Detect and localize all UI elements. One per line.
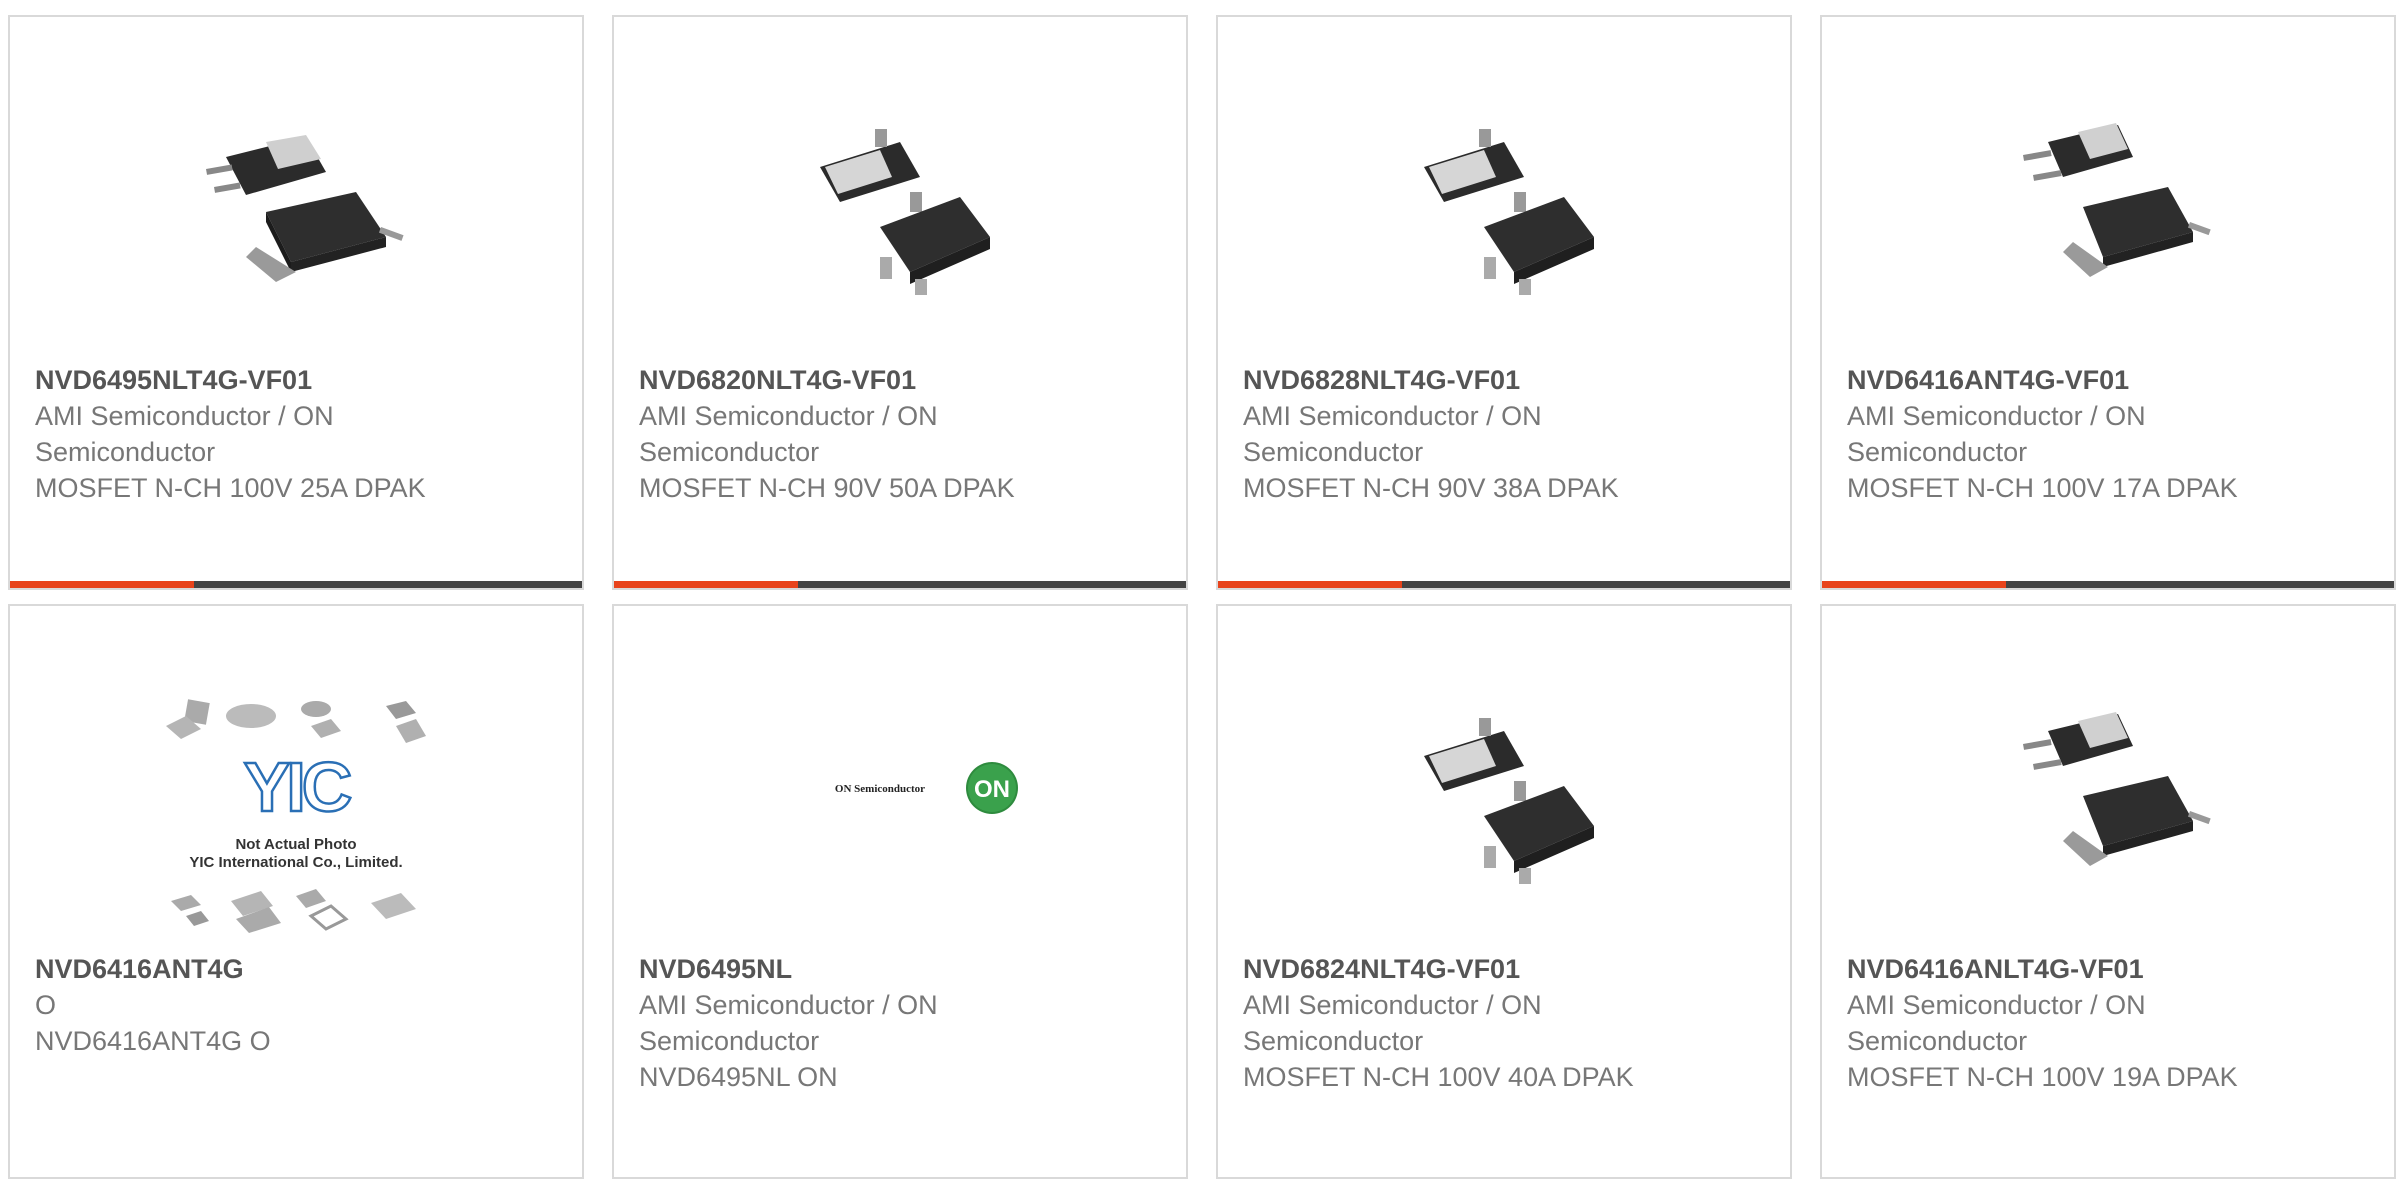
product-description: NVD6416ANT4G O bbox=[35, 1026, 271, 1056]
product-description: MOSFET N-CH 100V 40A DPAK bbox=[1243, 1062, 1634, 1092]
svg-text:YIC International Co., Limited: YIC International Co., Limited. bbox=[189, 854, 402, 871]
manufacturer-cont: Semiconductor bbox=[35, 437, 216, 467]
card-accent-bar bbox=[614, 581, 1186, 588]
yic-logo: YIC bbox=[244, 748, 351, 826]
product-description: MOSFET N-CH 100V 25A DPAK bbox=[35, 473, 426, 503]
part-number-link[interactable]: NVD6416ANT4G bbox=[35, 951, 562, 987]
product-image[interactable]: YIC Not Actual Photo YIC International C… bbox=[161, 691, 431, 936]
product-image[interactable] bbox=[1394, 676, 1614, 896]
product-description: MOSFET N-CH 90V 38A DPAK bbox=[1243, 473, 1619, 503]
manufacturer: AMI Semiconductor / ON bbox=[1243, 401, 1542, 431]
manufacturer-cont: Semiconductor bbox=[1243, 437, 1424, 467]
card-accent-bar bbox=[1218, 581, 1790, 588]
product-description: MOSFET N-CH 90V 50A DPAK bbox=[639, 473, 1015, 503]
product-card[interactable]: YIC Not Actual Photo YIC International C… bbox=[8, 604, 584, 1179]
manufacturer: AMI Semiconductor / ON bbox=[35, 401, 334, 431]
part-number-link[interactable]: NVD6820NLT4G-VF01 bbox=[639, 362, 1166, 398]
part-number-link[interactable]: NVD6824NLT4G-VF01 bbox=[1243, 951, 1770, 987]
card-accent-bar bbox=[10, 581, 582, 588]
manufacturer: AMI Semiconductor / ON bbox=[1847, 401, 2146, 431]
product-image[interactable]: ON Semiconductor ON bbox=[780, 676, 1020, 896]
manufacturer-cont: Semiconductor bbox=[1243, 1026, 1424, 1056]
product-card[interactable]: NVD6824NLT4G-VF01 AMI Semiconductor / ON… bbox=[1216, 604, 1792, 1179]
product-card[interactable]: NVD6416ANLT4G-VF01 AMI Semiconductor / O… bbox=[1820, 604, 2396, 1179]
manufacturer: O bbox=[35, 990, 57, 1020]
product-image[interactable] bbox=[790, 87, 1010, 307]
part-number-link[interactable]: NVD6416ANT4G-VF01 bbox=[1847, 362, 2374, 398]
svg-text:ON: ON bbox=[974, 776, 1010, 803]
part-number-link[interactable]: NVD6495NL bbox=[639, 951, 1166, 987]
product-card[interactable]: ON Semiconductor ON NVD6495NL AMI Semico… bbox=[612, 604, 1188, 1179]
product-grid: NVD6495NLT4G-VF01 AMI Semiconductor / ON… bbox=[0, 0, 2400, 1179]
product-image[interactable] bbox=[1998, 676, 2218, 896]
product-card[interactable]: NVD6416ANT4G-VF01 AMI Semiconductor / ON… bbox=[1820, 15, 2396, 590]
svg-text:Not Actual Photo: Not Actual Photo bbox=[235, 836, 356, 853]
manufacturer-cont: Semiconductor bbox=[1847, 1026, 2028, 1056]
product-description: NVD6495NL ON bbox=[639, 1062, 838, 1092]
manufacturer-cont: Semiconductor bbox=[639, 437, 820, 467]
manufacturer: AMI Semiconductor / ON bbox=[639, 990, 938, 1020]
product-card[interactable]: NVD6820NLT4G-VF01 AMI Semiconductor / ON… bbox=[612, 15, 1188, 590]
part-number-link[interactable]: NVD6495NLT4G-VF01 bbox=[35, 362, 562, 398]
on-semiconductor-wordmark: ON Semiconductor bbox=[835, 783, 925, 795]
product-card[interactable]: NVD6828NLT4G-VF01 AMI Semiconductor / ON… bbox=[1216, 15, 1792, 590]
product-description: MOSFET N-CH 100V 19A DPAK bbox=[1847, 1062, 2238, 1092]
product-card[interactable]: NVD6495NLT4G-VF01 AMI Semiconductor / ON… bbox=[8, 15, 584, 590]
card-accent-bar bbox=[1822, 581, 2394, 588]
manufacturer-cont: Semiconductor bbox=[639, 1026, 820, 1056]
manufacturer: AMI Semiconductor / ON bbox=[1243, 990, 1542, 1020]
part-number-link[interactable]: NVD6416ANLT4G-VF01 bbox=[1847, 951, 2374, 987]
product-description: MOSFET N-CH 100V 17A DPAK bbox=[1847, 473, 2238, 503]
manufacturer: AMI Semiconductor / ON bbox=[1847, 990, 2146, 1020]
manufacturer-cont: Semiconductor bbox=[1847, 437, 2028, 467]
product-image[interactable] bbox=[1394, 87, 1614, 307]
product-image[interactable] bbox=[186, 87, 406, 307]
part-number-link[interactable]: NVD6828NLT4G-VF01 bbox=[1243, 362, 1770, 398]
manufacturer: AMI Semiconductor / ON bbox=[639, 401, 938, 431]
product-image[interactable] bbox=[1998, 87, 2218, 307]
